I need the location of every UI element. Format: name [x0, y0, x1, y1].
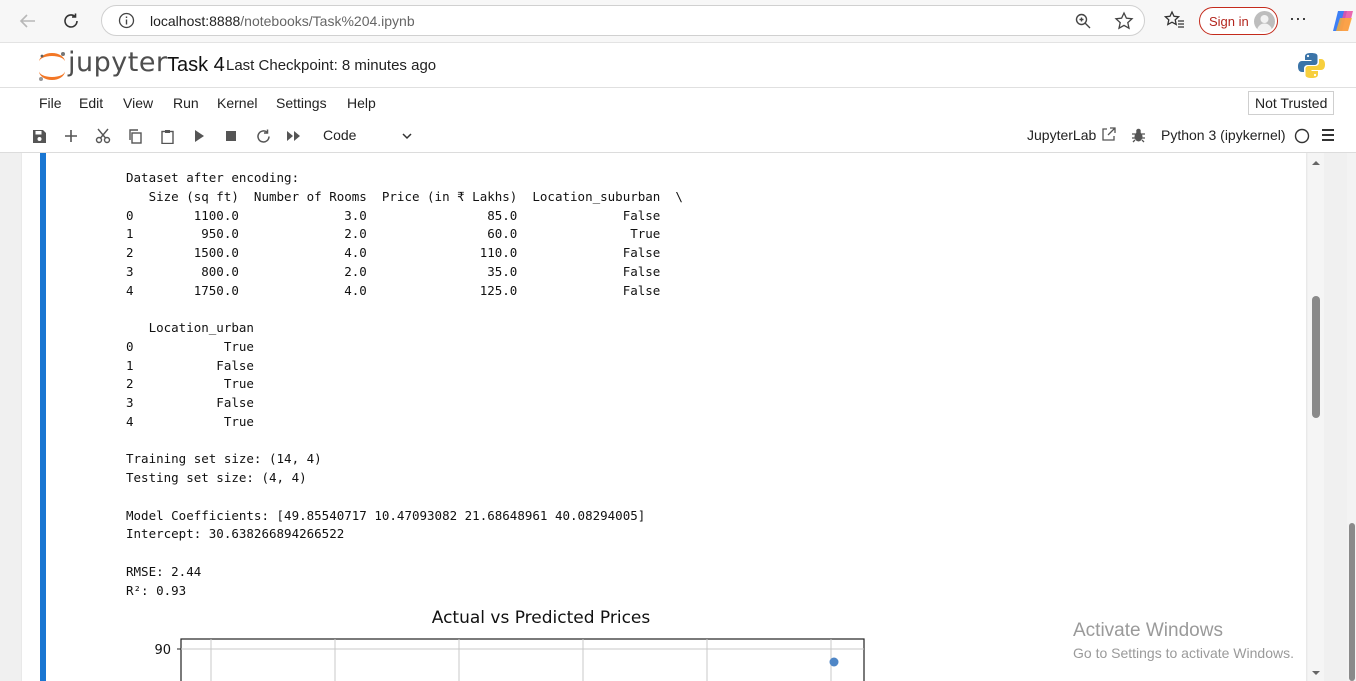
cell-selection-bar[interactable] — [40, 153, 46, 681]
copilot-icon[interactable] — [1330, 8, 1356, 34]
scroll-up-icon[interactable] — [1311, 159, 1321, 167]
kernel-status-idle-icon — [1294, 128, 1310, 144]
url-text[interactable]: localhost:8888/notebooks/Task%204.ipynb — [150, 13, 415, 29]
activate-windows-watermark: Activate Windows Go to Settings to activ… — [1073, 620, 1294, 661]
back-icon[interactable] — [15, 8, 41, 34]
refresh-icon[interactable] — [58, 8, 84, 34]
sign-in-button[interactable]: Sign in — [1199, 7, 1278, 35]
url-host: localhost:8888 — [150, 13, 241, 29]
avatar-icon — [1254, 11, 1275, 32]
restart-run-all-icon[interactable] — [284, 126, 304, 146]
favorite-star-icon[interactable] — [1114, 11, 1134, 31]
paste-icon[interactable] — [157, 126, 177, 146]
menu-edit[interactable]: Edit — [79, 95, 103, 111]
run-icon[interactable] — [189, 126, 209, 146]
sign-in-label: Sign in — [1209, 14, 1249, 29]
activate-windows-title: Activate Windows — [1073, 620, 1223, 641]
favorites-icon[interactable] — [1163, 9, 1185, 31]
menu-kernel[interactable]: Kernel — [217, 95, 257, 111]
address-bar[interactable]: localhost:8888/notebooks/Task%204.ipynb — [101, 5, 1145, 36]
chart-title: Actual vs Predicted Prices — [432, 608, 651, 628]
external-link-icon[interactable] — [1101, 127, 1116, 142]
cell-type-value: Code — [323, 127, 357, 143]
info-icon[interactable] — [118, 12, 135, 29]
y-tick-label: 90 — [154, 643, 171, 658]
notebook-title[interactable]: Task 4 — [167, 54, 225, 77]
zoom-icon[interactable] — [1074, 12, 1092, 30]
window-scroll-thumb[interactable] — [1349, 523, 1355, 681]
activate-windows-subtitle: Go to Settings to activate Windows. — [1073, 645, 1294, 661]
url-path: /notebooks/Task%204.ipynb — [240, 13, 415, 29]
menu-help[interactable]: Help — [347, 95, 376, 111]
menu-settings[interactable]: Settings — [276, 95, 327, 111]
scroll-thumb[interactable] — [1312, 296, 1320, 418]
cell-output-text: Dataset after encoding: Size (sq ft) Num… — [126, 170, 683, 598]
data-point — [829, 657, 839, 667]
jupyter-logo-text: jupyter — [68, 47, 168, 78]
notebook-scrollbar[interactable] — [1308, 153, 1324, 681]
browser-toolbar: localhost:8888/notebooks/Task%204.ipynb … — [0, 0, 1356, 43]
cell-type-select[interactable]: Code — [315, 124, 420, 148]
more-menu-icon[interactable]: ⋯ — [1289, 9, 1308, 30]
menu-view[interactable]: View — [123, 95, 153, 111]
debugger-bug-icon[interactable] — [1131, 127, 1146, 143]
menu-run[interactable]: Run — [173, 95, 199, 111]
menu-file[interactable]: File — [39, 95, 62, 111]
data-points — [829, 657, 839, 667]
scatter-chart: Actual vs Predicted Prices 90 — [154, 608, 865, 681]
restart-icon[interactable] — [253, 126, 273, 146]
cut-icon[interactable] — [93, 126, 113, 146]
plot-frame — [180, 638, 865, 681]
kernel-name[interactable]: Python 3 (ipykernel) — [1161, 127, 1286, 143]
copy-icon[interactable] — [125, 126, 145, 146]
jupyterlab-link[interactable]: JupyterLab — [1027, 127, 1096, 143]
notebook-panel: Dataset after encoding: Size (sq ft) Num… — [0, 153, 1356, 681]
output-cell[interactable]: Dataset after encoding: Size (sq ft) Num… — [22, 153, 1306, 681]
last-checkpoint: Last Checkpoint: 8 minutes ago — [226, 57, 437, 74]
grid-lines — [181, 639, 864, 681]
trust-status-badge[interactable]: Not Trusted — [1248, 91, 1335, 115]
stop-icon[interactable] — [221, 126, 241, 146]
jupyter-logo-icon[interactable] — [34, 48, 70, 84]
python-logo-icon — [1298, 53, 1325, 78]
jupyter-header: jupyter Task 4 Last Checkpoint: 8 minute… — [0, 43, 1356, 87]
add-cell-icon[interactable] — [61, 126, 81, 146]
window-scrollbar[interactable] — [1347, 153, 1356, 681]
scroll-down-icon[interactable] — [1311, 669, 1321, 677]
notebook-toolbar: Code JupyterLab Python 3 (ipykernel) — [0, 119, 1356, 153]
hamburger-menu-icon[interactable] — [1321, 128, 1335, 142]
chevron-down-icon — [402, 133, 412, 140]
menu-bar: File Edit View Run Kernel Settings Help … — [0, 87, 1356, 120]
save-icon[interactable] — [29, 126, 49, 146]
